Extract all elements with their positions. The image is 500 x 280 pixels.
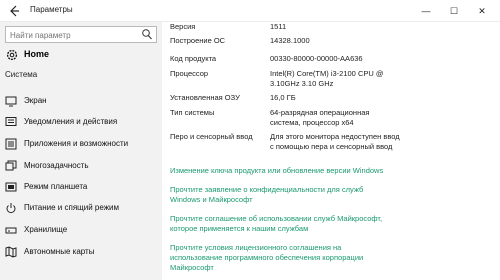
sidebar-item-storage[interactable]: Хранилище [5,222,157,238]
about-panel: Версия 1511 Построение ОС 14328.1000 Код… [162,22,500,280]
sidebar-item-label: Автономные карты [24,247,95,256]
info-key: Установленная ОЗУ [170,93,240,102]
info-key: Перо и сенсорный ввод [170,132,253,141]
home-nav-item[interactable]: Home [5,47,157,63]
sidebar-item-notifications[interactable]: Уведомления и действия [5,114,157,130]
gear-icon [5,48,19,62]
section-title: Система [5,70,38,79]
storage-icon [5,224,17,236]
sidebar-item-power[interactable]: Питание и спящий режим [5,200,157,216]
sidebar-item-label: Приложения и возможности [24,139,129,148]
power-icon [5,202,17,214]
info-value: 1511 [270,22,287,31]
info-value: 64-разрядная операционная система, проце… [270,108,370,127]
apps-icon [5,138,17,150]
sidebar-item-tablet-mode[interactable]: Режим планшета [5,179,157,195]
sidebar-item-label: Хранилище [24,225,68,234]
display-icon [5,95,17,107]
sidebar-item-label: Режим планшета [24,182,88,191]
privacy-statement-link[interactable]: Прочтите заявление о конфиденциальности … [170,185,385,205]
sidebar-item-label: Питание и спящий режим [24,203,120,212]
search-icon[interactable] [141,28,153,41]
info-key: Процессор [170,69,209,78]
info-value: 14328.1000 [270,36,310,45]
license-terms-link[interactable]: Прочтите условия лицензионного соглашени… [170,243,385,273]
sidebar-item-label: Экран [24,96,47,105]
multitasking-icon [5,160,17,172]
info-key: Построение ОС [170,36,226,45]
sidebar-item-label: Уведомления и действия [24,117,118,126]
change-product-key-link[interactable]: Изменение ключа продукта или обновление … [170,166,385,176]
offline-maps-icon [5,246,17,258]
info-value: Intel(R) Core(TM) i3-2100 CPU @ 3.10GHz … [270,69,384,88]
notifications-icon [5,116,17,128]
info-value: 16,0 ГБ [270,93,296,102]
home-label: Home [24,49,50,59]
window-title: Параметры [30,5,73,14]
back-arrow-icon[interactable] [6,3,22,19]
tablet-mode-icon [5,181,17,193]
info-key: Код продукта [170,54,217,63]
info-key: Версия [170,22,196,31]
search-input[interactable] [10,29,135,41]
maximize-button[interactable]: ☐ [440,0,468,22]
sidebar-item-label: Многозадачность [24,161,89,170]
sidebar-item-offline-maps[interactable]: Автономные карты [5,244,157,260]
sidebar-item-apps[interactable]: Приложения и возможности [5,136,157,152]
minimize-button[interactable]: — [412,0,440,22]
info-value: 00330-80000-00000-AA636 [270,54,363,63]
info-key: Тип системы [170,108,215,117]
sidebar-item-display[interactable]: Экран [5,93,157,109]
services-agreement-link[interactable]: Прочтите соглашение об использовании слу… [170,214,385,234]
title-bar: Параметры — ☐ ✕ [0,0,500,22]
info-value: Для этого монитора недоступен ввод с пом… [270,132,400,151]
close-button[interactable]: ✕ [468,0,496,22]
sidebar-item-multitasking[interactable]: Многозадачность [5,158,157,174]
sidebar: Home Система Экран Уведомления и действи… [0,22,162,280]
search-box[interactable] [5,26,157,43]
